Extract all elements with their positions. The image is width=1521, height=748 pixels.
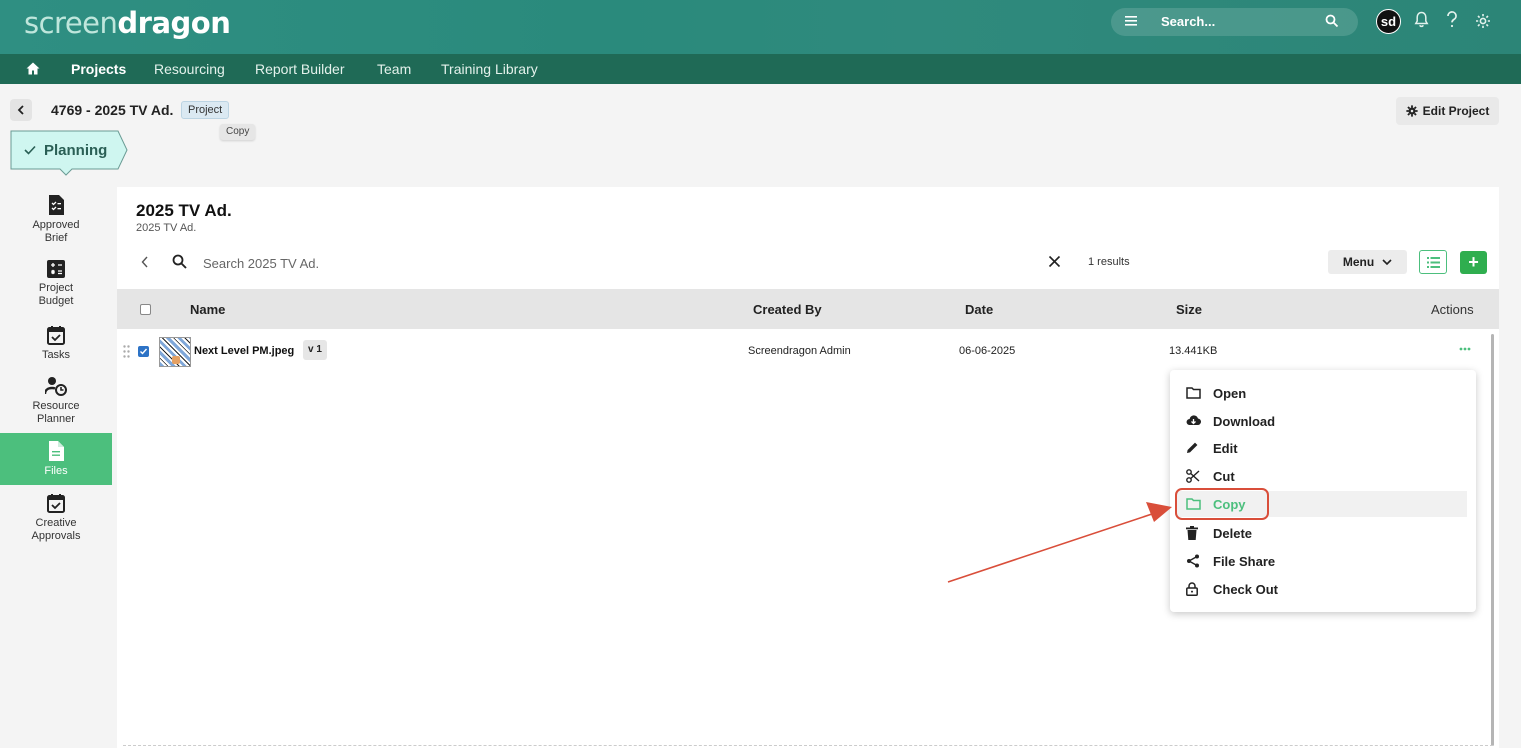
top-header: screendragon Search... sd <box>0 0 1521 54</box>
rail-item-creative-approvals[interactable]: Creative Approvals <box>0 493 112 549</box>
add-file-button[interactable]: + <box>1460 251 1487 274</box>
nav-resourcing[interactable]: Resourcing <box>154 61 225 77</box>
menu-item-delete[interactable]: Delete <box>1176 520 1467 546</box>
home-icon[interactable] <box>26 62 40 75</box>
panel-title: 2025 TV Ad. <box>136 201 232 220</box>
approvals-calendar-icon <box>47 494 65 513</box>
menu-dropdown-button[interactable]: Menu <box>1328 250 1407 274</box>
global-search[interactable]: Search... <box>1111 8 1358 36</box>
global-search-placeholder: Search... <box>1161 14 1216 29</box>
cell-size: 13.441KB <box>1169 345 1218 357</box>
approved-brief-icon <box>49 195 64 215</box>
col-size[interactable]: Size <box>1176 302 1202 317</box>
file-icon <box>49 441 64 461</box>
file-thumbnail[interactable] <box>159 337 191 367</box>
search-icon[interactable] <box>1325 14 1339 28</box>
budget-calculator-icon <box>47 260 65 278</box>
bell-icon[interactable] <box>1414 11 1429 28</box>
planning-stage-label: Planning <box>44 142 108 159</box>
cell-created-by: Screendragon Admin <box>748 345 851 357</box>
nav-report-builder[interactable]: Report Builder <box>255 61 345 77</box>
rail-item-project-budget[interactable]: Project Budget <box>0 260 112 318</box>
row-checkbox[interactable] <box>138 346 149 357</box>
chevron-left-icon[interactable] <box>141 256 149 268</box>
search-icon <box>172 254 187 269</box>
drag-handle-icon[interactable] <box>123 345 130 358</box>
cell-date: 06-06-2025 <box>959 345 1016 357</box>
col-name[interactable]: Name <box>190 302 225 317</box>
col-actions: Actions <box>1431 302 1474 317</box>
close-icon[interactable] <box>1048 255 1061 268</box>
menu-item-check-out[interactable]: Check Out <box>1176 576 1467 602</box>
rail-item-resource-planner[interactable]: Resource Planner <box>0 376 112 432</box>
version-badge: v 1 <box>303 340 327 360</box>
gear-icon[interactable] <box>1475 13 1491 29</box>
trash-icon <box>1186 526 1198 540</box>
select-all-checkbox[interactable] <box>140 304 151 315</box>
chevron-down-icon <box>1382 258 1392 265</box>
lock-icon <box>1186 582 1198 596</box>
menu-item-open[interactable]: Open <box>1176 380 1467 406</box>
cloud-download-icon <box>1186 415 1201 426</box>
rail-item-approved-brief[interactable]: Approved Brief <box>0 195 112 253</box>
menu-item-cut[interactable]: Cut <box>1176 463 1467 489</box>
scrollbar[interactable] <box>1491 334 1494 746</box>
menu-item-edit[interactable]: Edit <box>1176 435 1467 461</box>
share-icon <box>1187 554 1199 568</box>
pencil-icon <box>1187 442 1198 453</box>
list-view-button[interactable] <box>1419 250 1447 274</box>
copy-tooltip: Copy <box>220 124 256 140</box>
col-date[interactable]: Date <box>965 302 993 317</box>
more-actions-icon[interactable] <box>1459 347 1471 351</box>
planning-stage[interactable]: Planning <box>10 130 130 181</box>
resource-planner-icon <box>45 377 67 396</box>
edit-project-label: Edit Project <box>1422 104 1490 118</box>
drop-zone-divider <box>123 745 1493 746</box>
table-header: Name Created By Date Size Actions <box>117 289 1499 329</box>
check-icon <box>24 145 36 155</box>
folder-icon <box>1186 387 1201 399</box>
rail-item-files[interactable]: Files <box>0 433 112 485</box>
rail-item-tasks[interactable]: Tasks <box>0 325 112 369</box>
back-button[interactable] <box>10 99 32 121</box>
check-icon <box>140 348 148 355</box>
nav-team[interactable]: Team <box>377 61 411 77</box>
gear-icon <box>1406 105 1418 117</box>
menu-item-download[interactable]: Download <box>1176 408 1467 434</box>
project-title: 4769 - 2025 TV Ad. <box>51 102 174 118</box>
menu-item-file-share[interactable]: File Share <box>1176 548 1467 574</box>
hamburger-menu-icon[interactable] <box>1125 16 1137 26</box>
menu-label: Menu <box>1342 255 1375 269</box>
file-name[interactable]: Next Level PM.jpeg <box>194 345 294 357</box>
help-icon[interactable] <box>1446 11 1458 28</box>
table-row[interactable]: Next Level PM.jpeg v 1 Screendragon Admi… <box>117 335 1489 371</box>
panel-subtitle: 2025 TV Ad. <box>136 222 197 234</box>
edit-project-button[interactable]: Edit Project <box>1396 97 1499 125</box>
files-search-input[interactable] <box>203 253 1043 273</box>
main-nav: Projects Resourcing Report Builder Team … <box>0 54 1521 84</box>
chevron-left-icon <box>17 105 24 115</box>
col-created-by[interactable]: Created By <box>753 302 822 317</box>
scissors-icon <box>1186 469 1200 483</box>
user-avatar[interactable]: sd <box>1376 9 1401 34</box>
nav-training-library[interactable]: Training Library <box>441 61 538 77</box>
tasks-calendar-icon <box>47 326 65 345</box>
nav-projects[interactable]: Projects <box>71 61 126 77</box>
list-view-icon <box>1426 256 1440 268</box>
results-count: 1 results <box>1088 256 1130 268</box>
annotation-highlight-box <box>1175 488 1269 520</box>
screendragon-logo[interactable]: screendragon <box>24 6 231 40</box>
project-type-badge: Project <box>181 101 230 119</box>
